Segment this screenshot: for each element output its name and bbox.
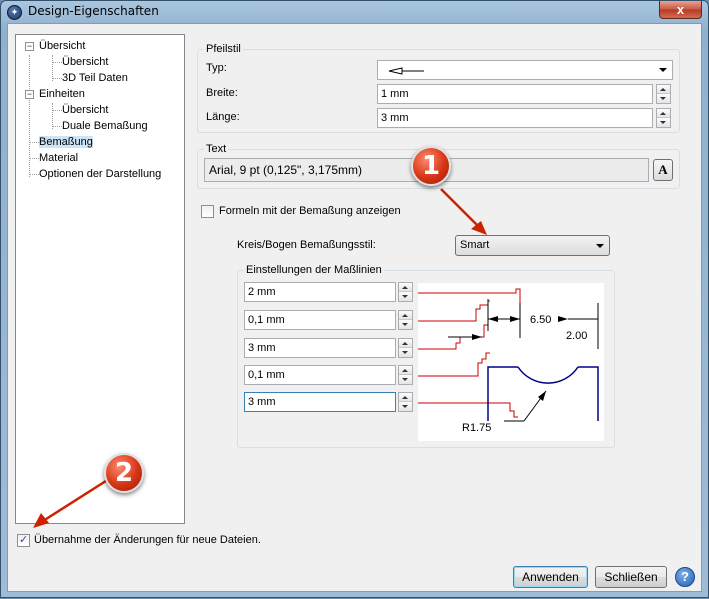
spin-up-icon[interactable] [399,283,412,292]
spin-up-icon[interactable] [399,393,412,402]
dialog-client: − Übersicht Übersicht 3D Teil Daten − Ei… [7,23,702,592]
apply-button[interactable]: Anwenden [513,566,588,588]
breite-input[interactable]: 1 mm [377,84,653,104]
breite-spinner[interactable] [656,84,671,104]
category-tree[interactable]: − Übersicht Übersicht 3D Teil Daten − Ei… [15,34,185,524]
tree-item-duale-bemassung[interactable]: Duale Bemaßung [62,119,148,134]
tree-item-optionen-der-darstellung[interactable]: Optionen der Darstellung [39,167,161,182]
masslinie-spinner-2[interactable] [398,310,413,330]
uebernahme-checkbox[interactable] [17,533,30,547]
dimension-diagram: 6.50 2.00 R1.75 [418,283,604,441]
masslinie-field-4[interactable]: 0,1 mm [244,365,396,385]
masslinie-field-1[interactable]: 2 mm [244,282,396,302]
diagram-dim-1: 6.50 [530,314,551,326]
spin-down-icon[interactable] [399,320,412,329]
spin-up-icon[interactable] [657,109,670,118]
help-icon[interactable]: ? [675,567,695,587]
spin-up-icon[interactable] [399,339,412,348]
tree-item-uebersicht-sub[interactable]: Übersicht [62,55,108,70]
tree-item-label: Einheiten [39,88,85,100]
tree-item-label: Übersicht [62,56,109,68]
spin-down-icon[interactable] [399,348,412,357]
diagram-dim-2: 2.00 [566,330,587,342]
masslinie-field-3[interactable]: 3 mm [244,338,396,358]
laenge-spinner[interactable] [656,108,671,128]
typ-label: Typ: [206,62,227,74]
tree-line [52,126,62,127]
tree-line [52,62,62,63]
masslinie-field-5[interactable]: 3 mm [244,392,396,412]
dialog-window: ✦ Design-Eigenschaften x − Übersicht Übe… [0,0,709,598]
tree-item-label: Bemaßung [39,136,93,148]
kreis-bogen-label: Kreis/Bogen Bemaßungsstil: [237,239,376,251]
masslinien-title: Einstellungen der Maßlinien [244,264,384,276]
spin-down-icon[interactable] [399,375,412,384]
tree-item-material[interactable]: Material [39,151,78,166]
kreis-bogen-value: Smart [460,239,490,251]
chevron-down-icon [596,244,604,248]
tree-item-label: Übersicht [39,40,86,52]
chevron-down-icon [659,68,667,72]
laenge-input[interactable]: 3 mm [377,108,653,128]
dimension-diagram-drawing: 6.50 2.00 R1.75 [418,288,599,434]
masslinie-spinner-5[interactable] [398,392,413,412]
pfeilstil-title: Pfeilstil [204,43,243,55]
spin-down-icon[interactable] [399,292,412,301]
title-bar[interactable]: ✦ Design-Eigenschaften x [1,1,708,23]
tree-item-einheiten[interactable]: Einheiten [39,87,85,102]
masslinie-spinner-3[interactable] [398,338,413,358]
tree-line [29,142,39,143]
tree-item-label: Material [39,152,79,164]
tree-line [52,78,62,79]
spin-up-icon[interactable] [399,311,412,320]
masslinie-field-2[interactable]: 0,1 mm [244,310,396,330]
breite-label: Breite: [206,87,238,99]
tree-collapse-icon[interactable]: − [25,90,34,99]
tree-item-label: Optionen der Darstellung [39,168,162,180]
font-picker-button[interactable]: A [653,159,673,181]
text-group-title: Text [204,143,229,155]
arrow-type-select[interactable] [377,60,673,80]
masslinie-spinner-1[interactable] [398,282,413,302]
tree-line [29,174,39,175]
spin-down-icon[interactable] [399,402,412,411]
masslinien-group: Einstellungen der Maßlinien 2 mm 0,1 mm … [237,264,615,448]
arrow-type-icon [388,67,424,75]
spin-down-icon[interactable] [657,94,670,103]
pfeilstil-group: Pfeilstil Typ: Breite: 1 mm Länge: 3 mm [197,43,680,133]
tree-line [29,158,39,159]
masslinie-spinner-4[interactable] [398,365,413,385]
spin-up-icon[interactable] [657,85,670,94]
tree-item-label: Duale Bemaßung [62,120,148,132]
tree-item-bemassung[interactable]: Bemaßung [39,135,93,150]
callout-badge-1: 1 [411,146,451,186]
app-logo-icon: ✦ [7,5,22,20]
tree-item-label: 3D Teil Daten [62,72,128,84]
tree-item-einheiten-uebersicht[interactable]: Übersicht [62,103,108,118]
tree-line [52,110,62,111]
formeln-checkbox[interactable] [201,205,214,218]
uebernahme-label[interactable]: Übernahme der Änderungen für neue Dateie… [34,534,261,546]
spin-down-icon[interactable] [657,118,670,127]
callout-badge-2: 2 [104,453,144,493]
laenge-label: Länge: [206,111,240,123]
close-button[interactable]: Schließen [595,566,667,588]
tree-collapse-icon[interactable]: − [25,42,34,51]
tree-item-label: Übersicht [62,104,109,116]
window-title: Design-Eigenschaften [28,4,159,18]
diagram-radius: R1.75 [462,422,491,434]
tree-item-uebersicht[interactable]: Übersicht [39,39,85,54]
tree-item-3d-teil-daten[interactable]: 3D Teil Daten [62,71,128,86]
formeln-label[interactable]: Formeln mit der Bemaßung anzeigen [219,205,401,217]
close-window-button[interactable]: x [659,1,702,19]
spin-up-icon[interactable] [399,366,412,375]
kreis-bogen-select[interactable]: Smart [455,235,610,256]
